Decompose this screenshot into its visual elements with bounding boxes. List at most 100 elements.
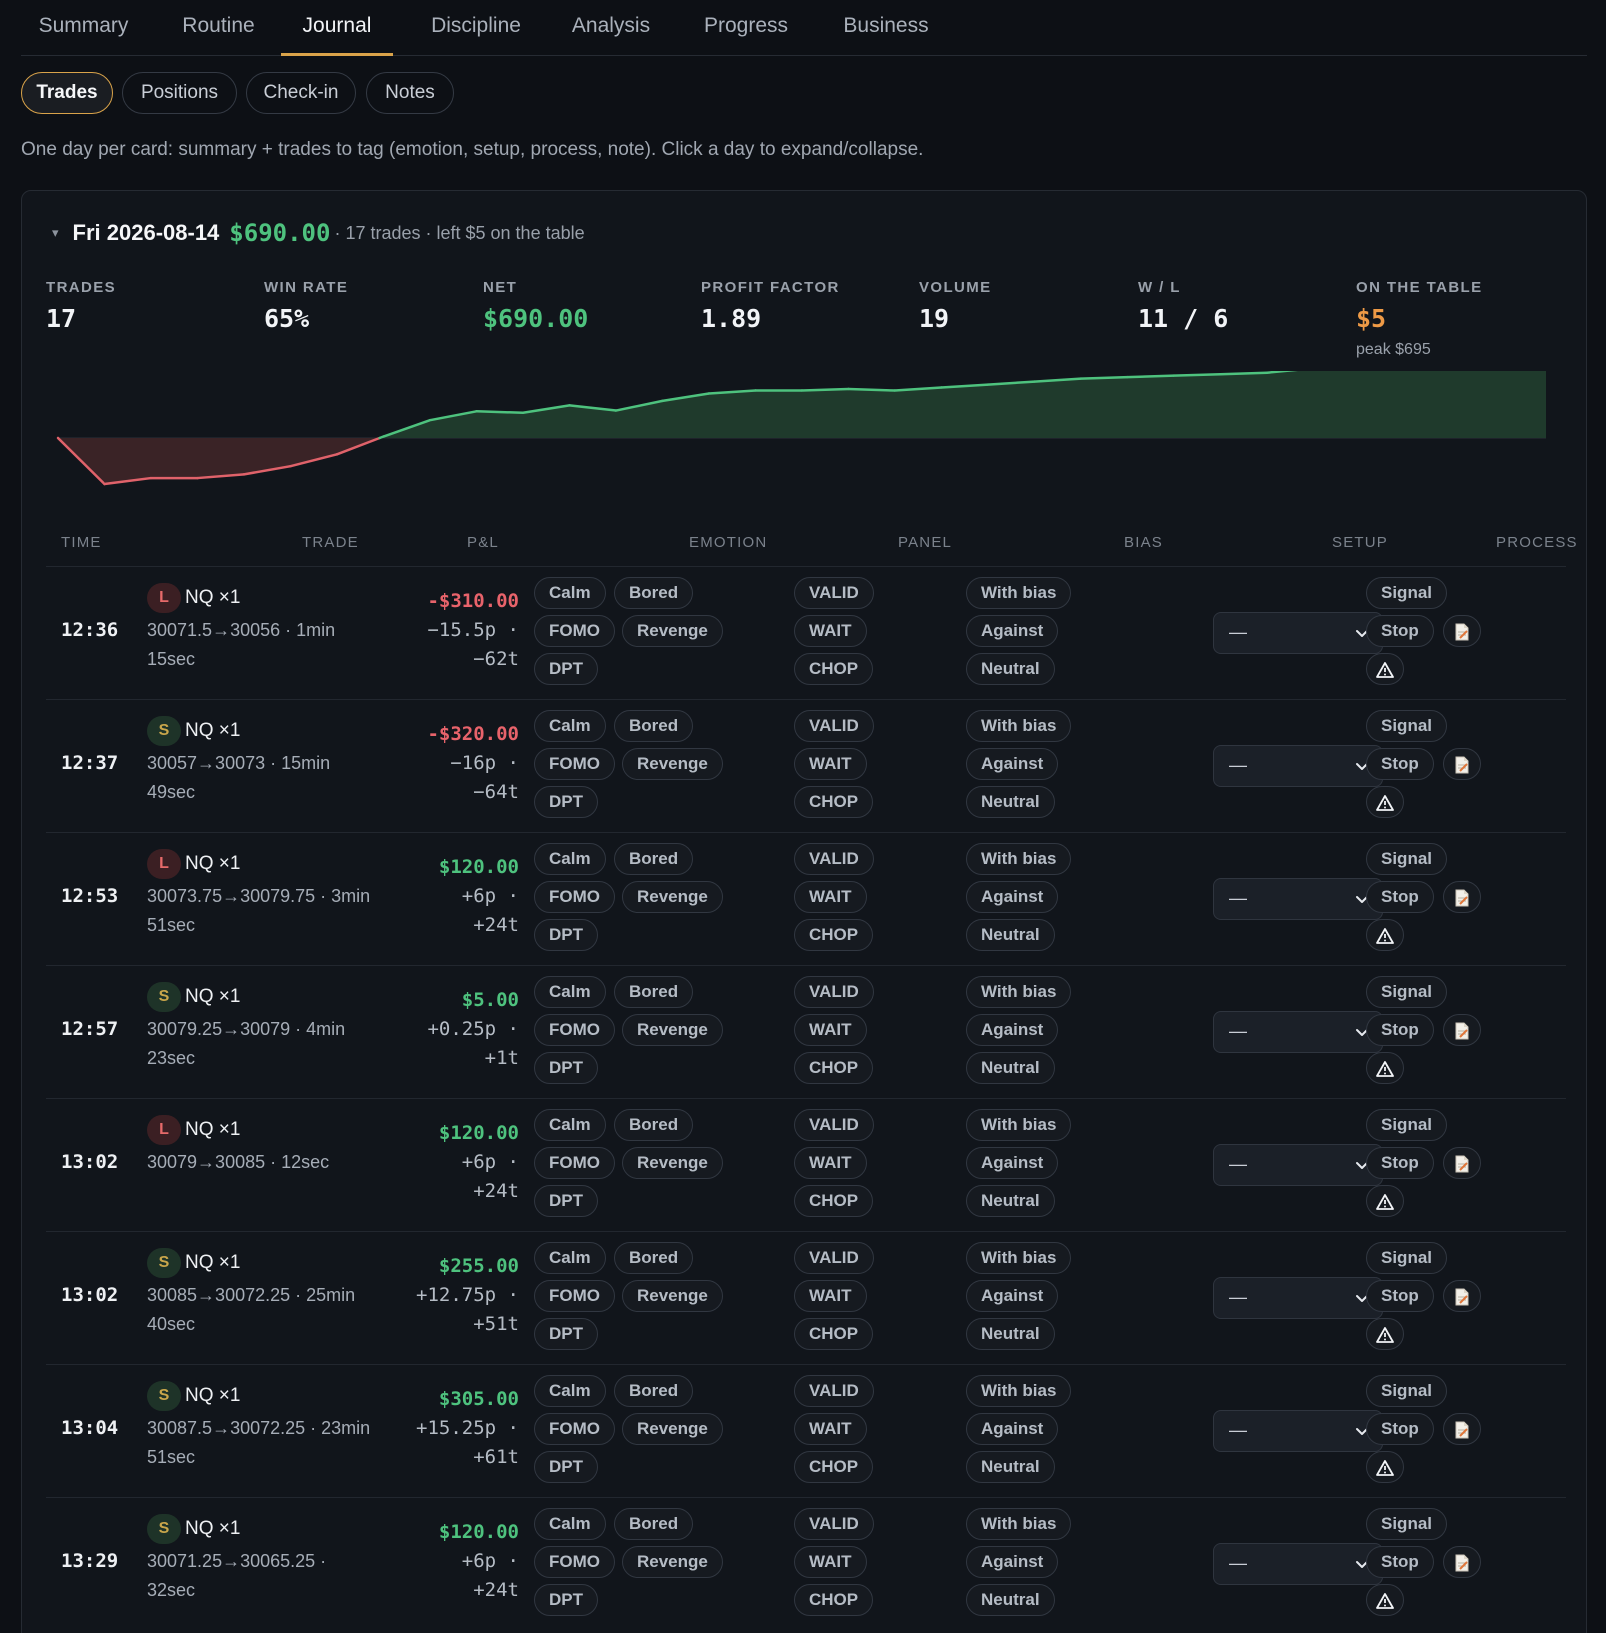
emotion-calm-chip[interactable]: Calm xyxy=(534,1242,606,1274)
panel-chop-chip[interactable]: CHOP xyxy=(794,1185,874,1217)
tab-analysis[interactable]: Analysis xyxy=(556,0,666,56)
bias-against-chip[interactable]: Against xyxy=(966,1147,1059,1179)
panel-wait-chip[interactable]: WAIT xyxy=(794,1413,867,1445)
emotion-bored-chip[interactable]: Bored xyxy=(614,1375,694,1407)
emotion-bored-chip[interactable]: Bored xyxy=(614,710,694,742)
note-button[interactable] xyxy=(1443,1014,1481,1046)
panel-chop-chip[interactable]: CHOP xyxy=(794,919,874,951)
setup-select[interactable]: — xyxy=(1213,1011,1383,1053)
panel-chop-chip[interactable]: CHOP xyxy=(794,1451,874,1483)
emotion-bored-chip[interactable]: Bored xyxy=(614,1508,694,1540)
emotion-revenge-chip[interactable]: Revenge xyxy=(622,1147,723,1179)
warning-button[interactable] xyxy=(1366,1451,1404,1483)
panel-chop-chip[interactable]: CHOP xyxy=(794,653,874,685)
panel-wait-chip[interactable]: WAIT xyxy=(794,748,867,780)
emotion-fomo-chip[interactable]: FOMO xyxy=(534,1413,615,1445)
setup-select[interactable]: — xyxy=(1213,1144,1383,1186)
process-signal-chip[interactable]: Signal xyxy=(1366,843,1448,875)
subtab-positions[interactable]: Positions xyxy=(122,72,237,114)
emotion-fomo-chip[interactable]: FOMO xyxy=(534,748,615,780)
panel-valid-chip[interactable]: VALID xyxy=(794,1109,874,1141)
bias-neutral-chip[interactable]: Neutral xyxy=(966,1451,1055,1483)
emotion-fomo-chip[interactable]: FOMO xyxy=(534,1546,615,1578)
emotion-fomo-chip[interactable]: FOMO xyxy=(534,615,615,647)
emotion-calm-chip[interactable]: Calm xyxy=(534,710,606,742)
emotion-revenge-chip[interactable]: Revenge xyxy=(622,881,723,913)
bias-against-chip[interactable]: Against xyxy=(966,615,1059,647)
bias-against-chip[interactable]: Against xyxy=(966,748,1059,780)
note-button[interactable] xyxy=(1443,1546,1481,1578)
panel-valid-chip[interactable]: VALID xyxy=(794,1375,874,1407)
tab-routine[interactable]: Routine xyxy=(166,0,271,56)
emotion-dpt-chip[interactable]: DPT xyxy=(534,1052,598,1084)
emotion-fomo-chip[interactable]: FOMO xyxy=(534,881,615,913)
note-button[interactable] xyxy=(1443,1413,1481,1445)
emotion-calm-chip[interactable]: Calm xyxy=(534,1375,606,1407)
note-button[interactable] xyxy=(1443,881,1481,913)
bias-with-chip[interactable]: With bias xyxy=(966,577,1072,609)
process-stop-chip[interactable]: Stop xyxy=(1366,1280,1434,1312)
tab-discipline[interactable]: Discipline xyxy=(416,0,536,56)
warning-button[interactable] xyxy=(1366,1052,1404,1084)
panel-valid-chip[interactable]: VALID xyxy=(794,577,874,609)
process-signal-chip[interactable]: Signal xyxy=(1366,976,1448,1008)
bias-neutral-chip[interactable]: Neutral xyxy=(966,919,1055,951)
bias-with-chip[interactable]: With bias xyxy=(966,1242,1072,1274)
setup-select[interactable]: — xyxy=(1213,745,1383,787)
tab-business[interactable]: Business xyxy=(826,0,946,56)
bias-neutral-chip[interactable]: Neutral xyxy=(966,1185,1055,1217)
day-header[interactable]: ▾ Fri 2026-08-14 $690.00 · 17 trades · left… xyxy=(52,219,585,249)
process-signal-chip[interactable]: Signal xyxy=(1366,1109,1448,1141)
emotion-revenge-chip[interactable]: Revenge xyxy=(622,1546,723,1578)
emotion-dpt-chip[interactable]: DPT xyxy=(534,919,598,951)
setup-select[interactable]: — xyxy=(1213,1543,1383,1585)
process-signal-chip[interactable]: Signal xyxy=(1366,1242,1448,1274)
emotion-fomo-chip[interactable]: FOMO xyxy=(534,1147,615,1179)
warning-button[interactable] xyxy=(1366,1185,1404,1217)
emotion-dpt-chip[interactable]: DPT xyxy=(534,786,598,818)
panel-valid-chip[interactable]: VALID xyxy=(794,710,874,742)
process-signal-chip[interactable]: Signal xyxy=(1366,710,1448,742)
panel-chop-chip[interactable]: CHOP xyxy=(794,1318,874,1350)
bias-against-chip[interactable]: Against xyxy=(966,1280,1059,1312)
emotion-calm-chip[interactable]: Calm xyxy=(534,976,606,1008)
bias-with-chip[interactable]: With bias xyxy=(966,1375,1072,1407)
process-stop-chip[interactable]: Stop xyxy=(1366,1147,1434,1179)
warning-button[interactable] xyxy=(1366,786,1404,818)
emotion-calm-chip[interactable]: Calm xyxy=(534,577,606,609)
panel-chop-chip[interactable]: CHOP xyxy=(794,1584,874,1616)
bias-with-chip[interactable]: With bias xyxy=(966,1109,1072,1141)
panel-valid-chip[interactable]: VALID xyxy=(794,1242,874,1274)
bias-with-chip[interactable]: With bias xyxy=(966,843,1072,875)
emotion-bored-chip[interactable]: Bored xyxy=(614,1109,694,1141)
setup-select[interactable]: — xyxy=(1213,1410,1383,1452)
process-signal-chip[interactable]: Signal xyxy=(1366,577,1448,609)
bias-against-chip[interactable]: Against xyxy=(966,881,1059,913)
panel-valid-chip[interactable]: VALID xyxy=(794,976,874,1008)
process-stop-chip[interactable]: Stop xyxy=(1366,1546,1434,1578)
process-signal-chip[interactable]: Signal xyxy=(1366,1375,1448,1407)
bias-neutral-chip[interactable]: Neutral xyxy=(966,1584,1055,1616)
emotion-revenge-chip[interactable]: Revenge xyxy=(622,1014,723,1046)
process-stop-chip[interactable]: Stop xyxy=(1366,748,1434,780)
bias-neutral-chip[interactable]: Neutral xyxy=(966,1318,1055,1350)
panel-chop-chip[interactable]: CHOP xyxy=(794,1052,874,1084)
panel-wait-chip[interactable]: WAIT xyxy=(794,1546,867,1578)
tab-summary[interactable]: Summary xyxy=(21,0,146,56)
emotion-revenge-chip[interactable]: Revenge xyxy=(622,1413,723,1445)
emotion-revenge-chip[interactable]: Revenge xyxy=(622,748,723,780)
bias-neutral-chip[interactable]: Neutral xyxy=(966,1052,1055,1084)
panel-wait-chip[interactable]: WAIT xyxy=(794,1280,867,1312)
emotion-dpt-chip[interactable]: DPT xyxy=(534,653,598,685)
subtab-trades[interactable]: Trades xyxy=(21,72,113,114)
process-signal-chip[interactable]: Signal xyxy=(1366,1508,1448,1540)
setup-select[interactable]: — xyxy=(1213,878,1383,920)
note-button[interactable] xyxy=(1443,748,1481,780)
emotion-revenge-chip[interactable]: Revenge xyxy=(622,1280,723,1312)
caret-down-icon[interactable]: ▾ xyxy=(52,225,59,241)
panel-wait-chip[interactable]: WAIT xyxy=(794,615,867,647)
emotion-calm-chip[interactable]: Calm xyxy=(534,1109,606,1141)
process-stop-chip[interactable]: Stop xyxy=(1366,615,1434,647)
emotion-dpt-chip[interactable]: DPT xyxy=(534,1584,598,1616)
setup-select[interactable]: — xyxy=(1213,612,1383,654)
